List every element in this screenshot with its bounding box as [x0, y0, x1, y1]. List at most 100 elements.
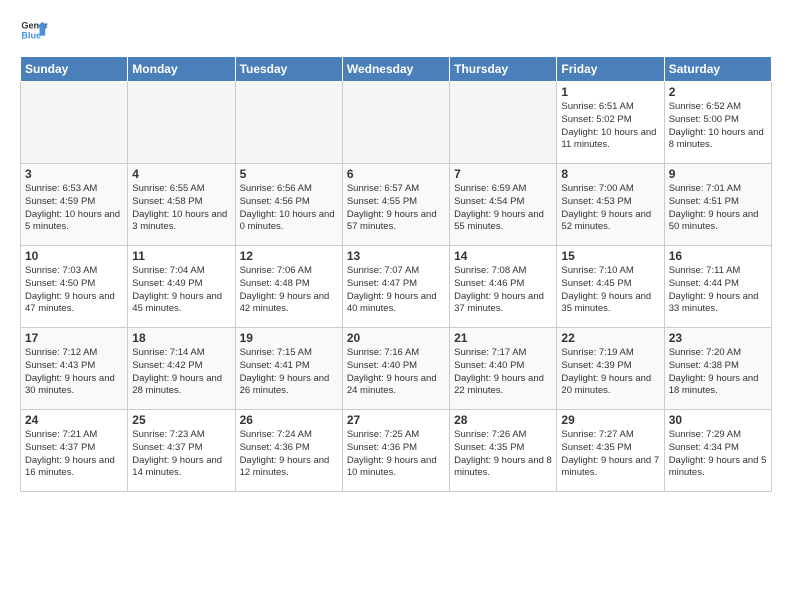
- day-number: 30: [669, 413, 767, 427]
- calendar-cell: 27 Sunrise: 7:25 AM Sunset: 4:36 PM Dayli…: [342, 410, 449, 492]
- day-info: Sunrise: 7:07 AM Sunset: 4:47 PM Dayligh…: [347, 265, 445, 316]
- day-number: 14: [454, 249, 552, 263]
- calendar-cell: 19 Sunrise: 7:15 AM Sunset: 4:41 PM Dayli…: [235, 328, 342, 410]
- day-info: Sunrise: 7:17 AM Sunset: 4:40 PM Dayligh…: [454, 347, 552, 398]
- calendar-cell: 8Sunrise: 7:00 AM Sunset: 4:53 PM Daylig…: [557, 164, 664, 246]
- calendar-cell: 3 Sunrise: 6:53 AM Sunset: 4:59 PM Daylig…: [21, 164, 128, 246]
- calendar-cell: 25 Sunrise: 7:23 AM Sunset: 4:37 PM Dayli…: [128, 410, 235, 492]
- calendar-cell: 29Sunrise: 7:27 AM Sunset: 4:35 PM Dayli…: [557, 410, 664, 492]
- day-number: 25: [132, 413, 230, 427]
- calendar-cell: 13 Sunrise: 7:07 AM Sunset: 4:47 PM Dayli…: [342, 246, 449, 328]
- calendar-cell: 4 Sunrise: 6:55 AM Sunset: 4:58 PM Daylig…: [128, 164, 235, 246]
- day-number: 15: [561, 249, 659, 263]
- day-number: 12: [240, 249, 338, 263]
- day-info: Sunrise: 7:04 AM Sunset: 4:49 PM Dayligh…: [132, 265, 230, 316]
- day-number: 21: [454, 331, 552, 345]
- day-number: 9: [669, 167, 767, 181]
- day-info: Sunrise: 7:20 AM Sunset: 4:38 PM Dayligh…: [669, 347, 767, 398]
- day-number: 5: [240, 167, 338, 181]
- day-number: 11: [132, 249, 230, 263]
- calendar-cell: 5Sunrise: 6:56 AM Sunset: 4:56 PM Daylig…: [235, 164, 342, 246]
- day-number: 17: [25, 331, 123, 345]
- day-number: 3: [25, 167, 123, 181]
- calendar-cell: 7Sunrise: 6:59 AM Sunset: 4:54 PM Daylig…: [450, 164, 557, 246]
- day-header-friday: Friday: [557, 57, 664, 82]
- day-header-sunday: Sunday: [21, 57, 128, 82]
- day-number: 27: [347, 413, 445, 427]
- calendar-cell: 9 Sunrise: 7:01 AM Sunset: 4:51 PM Daylig…: [664, 164, 771, 246]
- calendar-cell: 2 Sunrise: 6:52 AM Sunset: 5:00 PM Daylig…: [664, 82, 771, 164]
- day-number: 24: [25, 413, 123, 427]
- calendar-cell: 22 Sunrise: 7:19 AM Sunset: 4:39 PM Dayli…: [557, 328, 664, 410]
- day-number: 13: [347, 249, 445, 263]
- day-number: 23: [669, 331, 767, 345]
- calendar-header-row: SundayMondayTuesdayWednesdayThursdayFrid…: [21, 57, 772, 82]
- day-info: Sunrise: 7:23 AM Sunset: 4:37 PM Dayligh…: [132, 429, 230, 480]
- calendar-week-2: 3 Sunrise: 6:53 AM Sunset: 4:59 PM Daylig…: [21, 164, 772, 246]
- svg-text:Blue: Blue: [21, 30, 41, 40]
- calendar-cell: [21, 82, 128, 164]
- day-number: 19: [240, 331, 338, 345]
- day-info: Sunrise: 6:57 AM Sunset: 4:55 PM Dayligh…: [347, 183, 445, 234]
- calendar-cell: 30 Sunrise: 7:29 AM Sunset: 4:34 PM Dayli…: [664, 410, 771, 492]
- day-info: Sunrise: 7:01 AM Sunset: 4:51 PM Dayligh…: [669, 183, 767, 234]
- calendar-cell: [128, 82, 235, 164]
- day-number: 1: [561, 85, 659, 99]
- calendar-cell: 1Sunrise: 6:51 AM Sunset: 5:02 PM Daylig…: [557, 82, 664, 164]
- calendar-cell: 23 Sunrise: 7:20 AM Sunset: 4:38 PM Dayli…: [664, 328, 771, 410]
- calendar-cell: 15 Sunrise: 7:10 AM Sunset: 4:45 PM Dayli…: [557, 246, 664, 328]
- day-number: 2: [669, 85, 767, 99]
- day-number: 28: [454, 413, 552, 427]
- day-info: Sunrise: 7:10 AM Sunset: 4:45 PM Dayligh…: [561, 265, 659, 316]
- day-number: 6: [347, 167, 445, 181]
- calendar-cell: [450, 82, 557, 164]
- day-number: 16: [669, 249, 767, 263]
- day-info: Sunrise: 7:26 AM Sunset: 4:35 PM Dayligh…: [454, 429, 552, 480]
- day-number: 8: [561, 167, 659, 181]
- day-info: Sunrise: 7:24 AM Sunset: 4:36 PM Dayligh…: [240, 429, 338, 480]
- calendar-week-3: 10Sunrise: 7:03 AM Sunset: 4:50 PM Dayli…: [21, 246, 772, 328]
- day-info: Sunrise: 7:21 AM Sunset: 4:37 PM Dayligh…: [25, 429, 123, 480]
- day-info: Sunrise: 6:59 AM Sunset: 4:54 PM Dayligh…: [454, 183, 552, 234]
- day-info: Sunrise: 6:55 AM Sunset: 4:58 PM Dayligh…: [132, 183, 230, 234]
- day-header-thursday: Thursday: [450, 57, 557, 82]
- calendar-cell: 21 Sunrise: 7:17 AM Sunset: 4:40 PM Dayli…: [450, 328, 557, 410]
- day-info: Sunrise: 7:03 AM Sunset: 4:50 PM Dayligh…: [25, 265, 123, 316]
- calendar-cell: 6 Sunrise: 6:57 AM Sunset: 4:55 PM Daylig…: [342, 164, 449, 246]
- calendar: SundayMondayTuesdayWednesdayThursdayFrid…: [20, 56, 772, 492]
- calendar-cell: 10Sunrise: 7:03 AM Sunset: 4:50 PM Dayli…: [21, 246, 128, 328]
- logo: General Blue: [20, 16, 48, 44]
- day-header-wednesday: Wednesday: [342, 57, 449, 82]
- day-number: 29: [561, 413, 659, 427]
- day-number: 22: [561, 331, 659, 345]
- day-info: Sunrise: 6:53 AM Sunset: 4:59 PM Dayligh…: [25, 183, 123, 234]
- day-info: Sunrise: 6:52 AM Sunset: 5:00 PM Dayligh…: [669, 101, 767, 152]
- calendar-cell: [342, 82, 449, 164]
- calendar-cell: 11 Sunrise: 7:04 AM Sunset: 4:49 PM Dayli…: [128, 246, 235, 328]
- day-number: 18: [132, 331, 230, 345]
- day-info: Sunrise: 7:08 AM Sunset: 4:46 PM Dayligh…: [454, 265, 552, 316]
- calendar-cell: 16 Sunrise: 7:11 AM Sunset: 4:44 PM Dayli…: [664, 246, 771, 328]
- calendar-cell: 28 Sunrise: 7:26 AM Sunset: 4:35 PM Dayli…: [450, 410, 557, 492]
- calendar-cell: 17Sunrise: 7:12 AM Sunset: 4:43 PM Dayli…: [21, 328, 128, 410]
- day-header-monday: Monday: [128, 57, 235, 82]
- day-info: Sunrise: 7:14 AM Sunset: 4:42 PM Dayligh…: [132, 347, 230, 398]
- day-number: 4: [132, 167, 230, 181]
- calendar-cell: 26 Sunrise: 7:24 AM Sunset: 4:36 PM Dayli…: [235, 410, 342, 492]
- calendar-week-5: 24 Sunrise: 7:21 AM Sunset: 4:37 PM Dayli…: [21, 410, 772, 492]
- day-info: Sunrise: 7:25 AM Sunset: 4:36 PM Dayligh…: [347, 429, 445, 480]
- calendar-week-1: 1Sunrise: 6:51 AM Sunset: 5:02 PM Daylig…: [21, 82, 772, 164]
- day-number: 26: [240, 413, 338, 427]
- calendar-cell: 14 Sunrise: 7:08 AM Sunset: 4:46 PM Dayli…: [450, 246, 557, 328]
- calendar-cell: 18 Sunrise: 7:14 AM Sunset: 4:42 PM Dayli…: [128, 328, 235, 410]
- day-info: Sunrise: 7:29 AM Sunset: 4:34 PM Dayligh…: [669, 429, 767, 480]
- day-info: Sunrise: 7:19 AM Sunset: 4:39 PM Dayligh…: [561, 347, 659, 398]
- day-number: 20: [347, 331, 445, 345]
- logo-icon: General Blue: [20, 16, 48, 44]
- calendar-cell: 24 Sunrise: 7:21 AM Sunset: 4:37 PM Dayli…: [21, 410, 128, 492]
- day-info: Sunrise: 7:11 AM Sunset: 4:44 PM Dayligh…: [669, 265, 767, 316]
- calendar-week-4: 17Sunrise: 7:12 AM Sunset: 4:43 PM Dayli…: [21, 328, 772, 410]
- day-info: Sunrise: 7:15 AM Sunset: 4:41 PM Dayligh…: [240, 347, 338, 398]
- day-info: Sunrise: 7:06 AM Sunset: 4:48 PM Dayligh…: [240, 265, 338, 316]
- calendar-cell: 12 Sunrise: 7:06 AM Sunset: 4:48 PM Dayli…: [235, 246, 342, 328]
